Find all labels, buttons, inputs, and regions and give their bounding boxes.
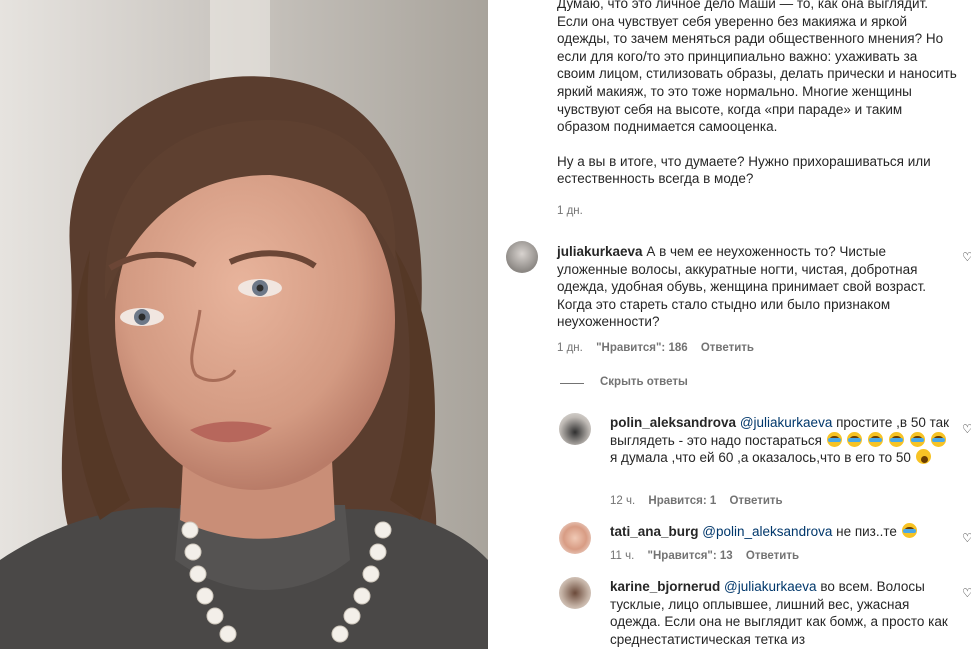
laughing-crying-emoji <box>826 431 842 447</box>
reply-likes[interactable]: "Нравится": 13 <box>648 550 733 562</box>
reply-mention[interactable]: @juliakurkaeva <box>724 579 817 594</box>
comments-panel: Думаю, что это личное дело Маши — то, ка… <box>488 0 971 649</box>
reply-text: не пиз..те <box>836 524 897 539</box>
reply-karine-bjornerud: karine_bjornerud @juliakurkaeva во всем.… <box>610 578 955 648</box>
comment-time: 1 дн. <box>557 342 583 354</box>
comment-username[interactable]: juliakurkaeva <box>557 244 643 259</box>
reply-mention[interactable]: @polin_aleksandrova <box>702 524 832 539</box>
reply-time: 11 ч. <box>610 550 635 562</box>
reply-username[interactable]: tati_ana_burg <box>610 524 699 539</box>
comment-likes[interactable]: "Нравится": 186 <box>596 342 688 354</box>
reply-button[interactable]: Ответить <box>746 550 799 562</box>
heart-icon[interactable]: ♡ <box>962 422 971 436</box>
caption-time: 1 дн. <box>557 205 583 217</box>
post-photo <box>0 0 488 649</box>
heart-icon[interactable]: ♡ <box>962 531 971 545</box>
laughing-crying-emoji <box>930 431 946 447</box>
avatar[interactable] <box>559 522 591 554</box>
reply-button[interactable]: Ответить <box>701 342 754 354</box>
caption-question: Ну а вы в итоге, что думаете? Нужно прих… <box>557 153 931 187</box>
heart-icon[interactable]: ♡ <box>962 586 971 600</box>
reply-button[interactable]: Ответить <box>729 495 782 507</box>
reply-username[interactable]: polin_aleksandrova <box>610 415 736 430</box>
reply-text-continued: я думала ,что ей 60 ,а оказалось,что в е… <box>610 450 911 466</box>
astonished-emoji <box>915 449 931 465</box>
laughing-crying-emoji <box>847 431 863 447</box>
avatar[interactable] <box>506 241 538 273</box>
reply-polin-aleksandrova: polin_aleksandrova @juliakurkaeva прости… <box>610 414 955 467</box>
laughing-crying-emoji <box>909 431 925 447</box>
laughing-crying-emoji <box>868 431 884 447</box>
avatar[interactable] <box>559 577 591 609</box>
post-caption: Думаю, что это личное дело Маши — то, ка… <box>557 0 957 188</box>
reply-meta: 12 ч. Нравится: 1 Ответить <box>610 495 793 507</box>
reply-tati-ana-burg: tati_ana_burg @polin_aleksandrova не пиз… <box>610 523 955 541</box>
caption-text: Думаю, что это личное дело Маши — то, ка… <box>557 0 957 135</box>
comment-meta: 1 дн. "Нравится": 186 Ответить <box>557 342 764 354</box>
reply-username[interactable]: karine_bjornerud <box>610 579 720 594</box>
reply-likes[interactable]: Нравится: 1 <box>648 495 716 507</box>
replies-divider <box>560 383 584 384</box>
reply-mention[interactable]: @juliakurkaeva <box>740 415 833 430</box>
comment-juliakurkaeva: juliakurkaeva А в чем ее неухоженность т… <box>557 243 957 331</box>
heart-icon[interactable]: ♡ <box>962 250 971 264</box>
reply-time: 12 ч. <box>610 495 636 507</box>
laughing-crying-emoji <box>901 523 917 538</box>
reply-meta: 11 ч. "Нравится": 13 Ответить <box>610 550 809 562</box>
avatar[interactable] <box>559 413 591 445</box>
woman-portrait-image <box>0 0 488 649</box>
laughing-crying-emoji <box>889 431 904 447</box>
caption-meta: 1 дн. <box>557 205 593 217</box>
hide-replies-button[interactable]: Скрыть ответы <box>600 376 688 388</box>
